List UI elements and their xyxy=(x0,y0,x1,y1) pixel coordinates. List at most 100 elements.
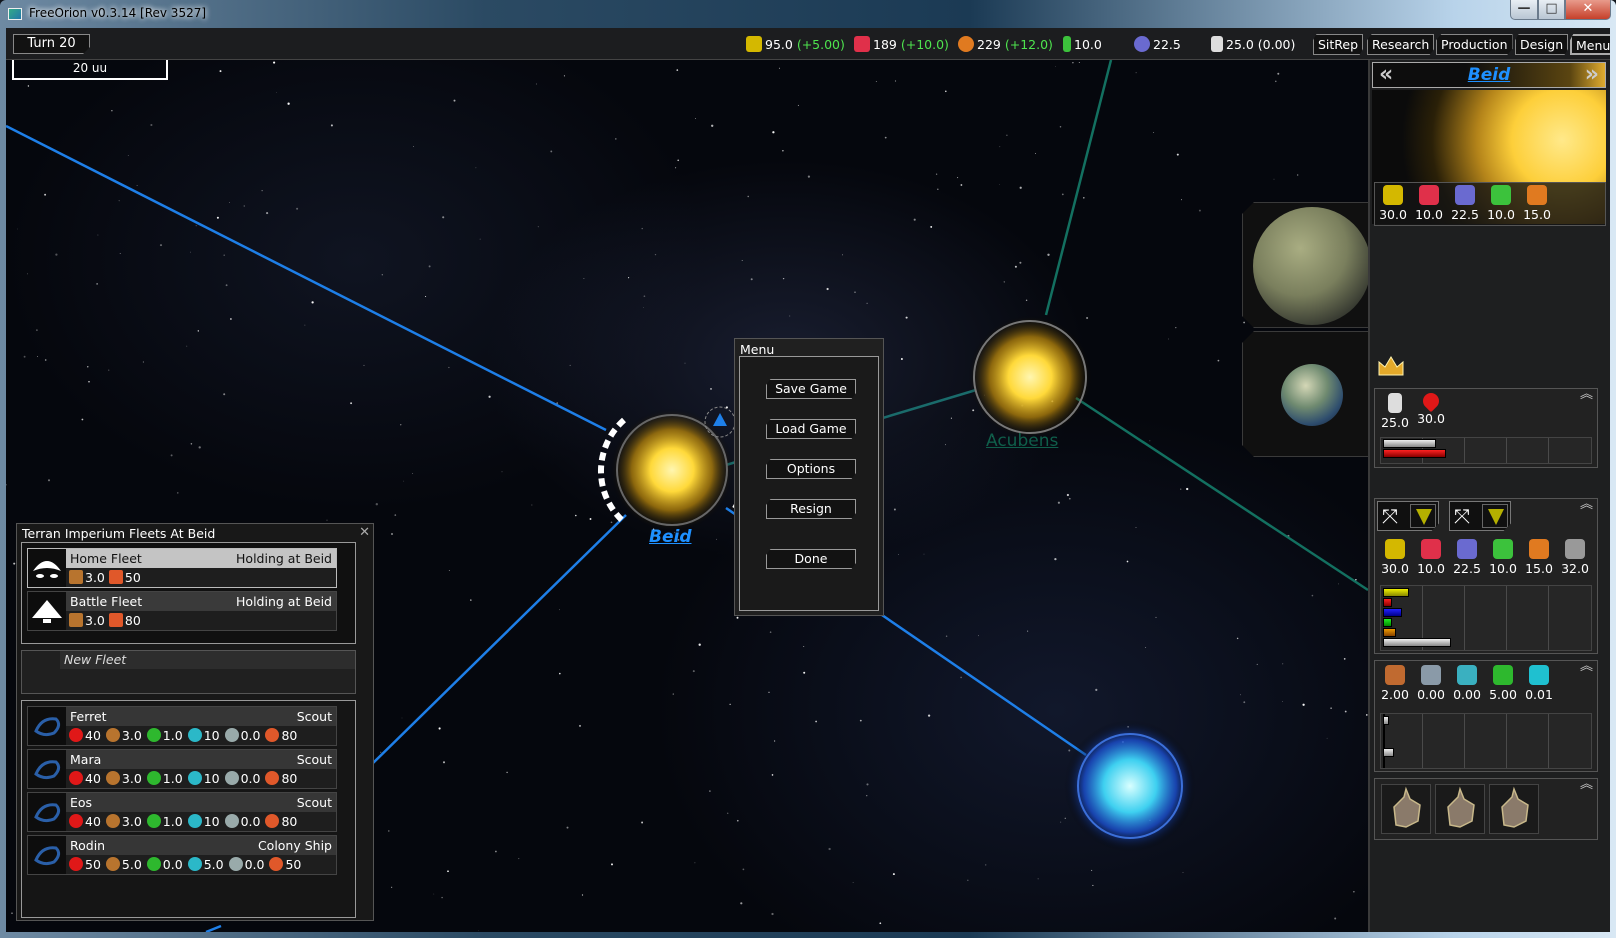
map-scale: 20 uu xyxy=(12,60,168,80)
defense-meter-bar xyxy=(1383,716,1389,725)
trade-bar xyxy=(1383,628,1396,637)
fleet-row[interactable]: Battle Fleet Holding at Beid 3.0 80 xyxy=(27,591,337,631)
design-button[interactable]: Design xyxy=(1515,34,1569,55)
terran-planet xyxy=(1281,364,1343,426)
fleet-row[interactable]: Home Fleet Holding at Beid 3.0 50 xyxy=(27,548,337,588)
troops-icon xyxy=(1457,665,1477,685)
star-beid[interactable] xyxy=(598,408,746,532)
collapse-icon[interactable]: ︽ xyxy=(1580,388,1593,401)
resource-bars xyxy=(1380,585,1592,651)
title-bar[interactable]: FreeOrion v0.3.14 [Rev 3527] — □ ✕ xyxy=(0,0,1616,28)
game-client: Beid Acubens Turn 20 95.0 (+5.00) 189 (+… xyxy=(6,28,1610,932)
star-blue[interactable] xyxy=(1064,720,1196,852)
app-icon xyxy=(8,8,22,20)
trade-icon xyxy=(958,36,974,52)
resource-mining: 10.0 xyxy=(1063,36,1102,52)
population-icon xyxy=(1211,36,1223,52)
save-game-button[interactable]: Save Game xyxy=(766,379,856,399)
meter-cell: 32.0 xyxy=(1557,537,1593,576)
production-button[interactable]: Production xyxy=(1436,34,1513,55)
next-system-icon[interactable]: » xyxy=(1585,63,1599,87)
detection-icon xyxy=(1529,665,1549,685)
resign-button[interactable]: Resign xyxy=(766,499,856,519)
meter-cell: 10.0 xyxy=(1483,183,1519,222)
shield-icon xyxy=(1493,665,1513,685)
expand-icon: ⤧ xyxy=(1454,504,1470,528)
meter-cell: 22.5 xyxy=(1449,537,1485,576)
starlane xyxy=(370,514,627,766)
starlane xyxy=(6,124,607,432)
supply-crates-icon xyxy=(1385,665,1405,685)
meter-cell: 10.0 xyxy=(1411,183,1447,222)
turn-button[interactable]: Turn 20 xyxy=(13,34,90,54)
research-button[interactable]: Research xyxy=(1367,34,1435,55)
population-icon xyxy=(1388,393,1402,413)
system-label-beid[interactable]: Beid xyxy=(649,527,691,547)
fleet-window-title: Terran Imperium Fleets At Beid xyxy=(22,526,216,541)
resource-research: 189 (+10.0) xyxy=(854,36,949,52)
speed-icon xyxy=(265,728,280,742)
speed-icon xyxy=(265,814,280,828)
focus-selector[interactable]: ⤧ xyxy=(1449,501,1511,531)
industry-icon xyxy=(1383,185,1403,205)
menu-button[interactable]: Menu xyxy=(1570,34,1610,55)
menu-body: Save Game Load Game Options Resign Done xyxy=(739,356,879,611)
detection-icon xyxy=(187,857,202,871)
health-meter-bar xyxy=(1383,449,1446,458)
industry-icon xyxy=(1385,539,1405,559)
close-button[interactable]: ✕ xyxy=(1565,0,1611,20)
system-label-acubens[interactable]: Acubens xyxy=(986,431,1058,451)
load-game-button[interactable]: Load Game xyxy=(766,419,856,439)
collapse-icon[interactable]: ︽ xyxy=(1580,660,1593,673)
focus-selector[interactable]: ⤧ xyxy=(1377,501,1439,531)
building-icon[interactable] xyxy=(1489,784,1539,834)
trade-icon xyxy=(1529,539,1549,559)
ship-type: Colony Ship xyxy=(257,838,332,853)
maximize-button[interactable]: □ xyxy=(1538,0,1565,20)
ship-name: Mara xyxy=(70,752,102,767)
supply-bar xyxy=(1383,638,1451,647)
collapse-icon[interactable]: ︽ xyxy=(1580,498,1593,511)
fleet-window: Terran Imperium Fleets At Beid ✕ Home Fl… xyxy=(16,523,374,921)
shield-icon xyxy=(146,857,161,871)
ship-row[interactable]: Mara Scout 40 3.0 1.0 10 0.0 80 xyxy=(27,749,337,789)
options-button[interactable]: Options xyxy=(766,459,856,479)
fleet-name: Home Fleet xyxy=(70,551,142,566)
fleet-icon xyxy=(28,549,66,587)
defense-bars xyxy=(1380,713,1592,769)
research-icon xyxy=(854,36,870,52)
sitrep-button[interactable]: SitRep xyxy=(1313,34,1364,55)
building-icon[interactable] xyxy=(1435,784,1485,834)
ship-icon xyxy=(28,707,66,745)
construction-icon xyxy=(1134,36,1150,52)
collapse-icon[interactable]: ︽ xyxy=(1580,778,1593,791)
attack-icon xyxy=(228,857,243,871)
system-header: « Beid » xyxy=(1372,62,1606,88)
system-name[interactable]: Beid xyxy=(1373,65,1605,85)
ship-row[interactable]: Ferret Scout 40 3.0 1.0 10 0.0 80 xyxy=(27,706,337,746)
industry-bar xyxy=(1383,588,1409,597)
ship-row[interactable]: Rodin Colony Ship 50 5.0 0.0 5.0 0.0 50 xyxy=(27,835,337,875)
mining-icon xyxy=(1493,539,1513,559)
ship-name: Eos xyxy=(70,795,93,810)
resource-construction: 22.5 xyxy=(1134,36,1181,52)
close-icon: ✕ xyxy=(1582,1,1594,16)
new-fleet-drop-target[interactable]: New Fleet xyxy=(21,650,356,694)
ship-row[interactable]: Eos Scout 40 3.0 1.0 10 0.0 80 xyxy=(27,792,337,832)
detection-icon xyxy=(187,771,202,785)
speed-icon xyxy=(108,570,123,584)
minimize-button[interactable]: — xyxy=(1510,0,1538,20)
meter-cell: 10.0 xyxy=(1413,537,1449,576)
triangle-down-icon xyxy=(1488,509,1504,525)
close-icon[interactable]: ✕ xyxy=(359,525,370,540)
fuel-icon xyxy=(69,570,83,584)
supply-icon xyxy=(1565,539,1585,559)
minimize-icon: — xyxy=(1517,1,1531,16)
trade-icon xyxy=(1527,185,1547,205)
resource-trade: 229 (+12.0) xyxy=(958,36,1053,52)
health-icon xyxy=(69,771,83,785)
done-button[interactable]: Done xyxy=(766,549,856,569)
fleet-icon xyxy=(28,592,66,630)
building-icon[interactable] xyxy=(1381,784,1431,834)
star-acubens[interactable] xyxy=(968,315,1092,439)
